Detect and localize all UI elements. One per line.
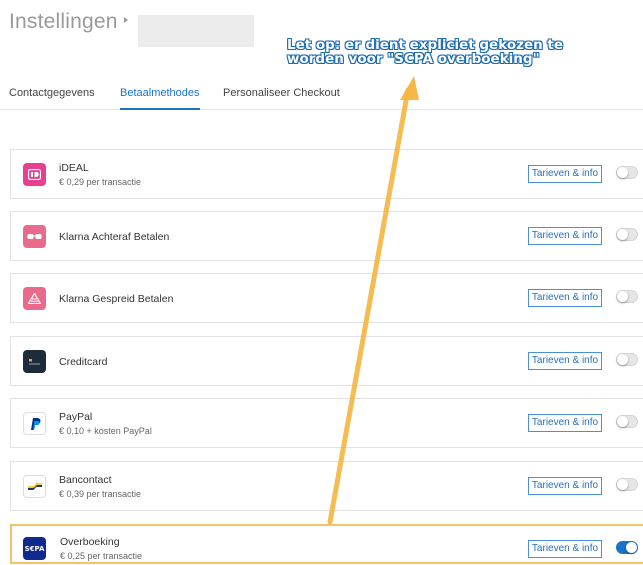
sepa-icon: S€PA <box>23 537 46 560</box>
tarieven-info-button[interactable]: Tarieven & info <box>528 227 602 245</box>
method-name: Klarna Gespreid Betalen <box>59 293 174 305</box>
method-fee: € 0,29 per transactie <box>59 177 142 187</box>
method-fee: € 0,10 + kosten PayPal <box>59 426 152 436</box>
creditcard-icon <box>23 350 46 373</box>
method-name: Bancontact <box>59 474 112 486</box>
tab-personaliseer-checkout[interactable]: Personaliseer Checkout <box>223 86 340 108</box>
payment-method-klarna-gespreid: Klarna Gespreid Betalen Tarieven & info <box>10 273 643 323</box>
payment-method-ideal: iDEAL € 0,29 per transactie Tarieven & i… <box>10 149 643 199</box>
page-title: Instellingen <box>9 10 118 33</box>
method-toggle[interactable] <box>616 415 638 428</box>
method-name: PayPal <box>59 411 93 423</box>
redacted-breadcrumb <box>138 15 254 47</box>
method-toggle[interactable] <box>616 166 638 179</box>
method-fee: € 0,25 per transactie <box>60 551 143 561</box>
paypal-icon <box>23 412 46 435</box>
payment-method-creditcard: Creditcard Tarieven & info <box>10 336 643 386</box>
tarieven-info-button[interactable]: Tarieven & info <box>528 165 602 183</box>
annotation-line-1: Let op: er dient expliciet gekozen te <box>287 37 564 53</box>
method-name: Overboeking <box>60 536 120 548</box>
tarieven-info-button[interactable]: Tarieven & info <box>528 352 602 370</box>
tarieven-info-button[interactable]: Tarieven & info <box>528 477 602 495</box>
payment-method-klarna-achteraf: Klarna Achteraf Betalen Tarieven & info <box>10 211 643 261</box>
tab-betaalmethodes[interactable]: Betaalmethodes <box>120 86 200 110</box>
tab-contactgegevens[interactable]: Contactgegevens <box>9 86 95 108</box>
sepa-logo-text: S€PA <box>24 544 45 553</box>
method-name: Klarna Achteraf Betalen <box>59 231 170 243</box>
method-toggle[interactable] <box>616 541 638 554</box>
tarieven-info-button[interactable]: Tarieven & info <box>528 289 602 307</box>
ideal-icon <box>23 163 46 186</box>
tarieven-info-button[interactable]: Tarieven & info <box>528 414 602 432</box>
settings-tabs: Contactgegevens Betaalmethodes Personali… <box>0 86 643 110</box>
payment-method-overboeking: S€PA Overboeking € 0,25 per transactie T… <box>10 524 643 564</box>
method-name: Creditcard <box>59 356 108 368</box>
tarieven-info-button[interactable]: Tarieven & info <box>528 540 602 558</box>
klarna-glasses-icon <box>23 225 46 248</box>
method-toggle[interactable] <box>616 228 638 241</box>
annotation-line-2: worden voor "SCPA overboeking" <box>287 51 540 67</box>
klarna-pyramid-icon <box>23 287 46 310</box>
method-toggle[interactable] <box>616 478 638 491</box>
method-name: iDEAL <box>59 162 89 174</box>
payment-method-paypal: PayPal € 0,10 + kosten PayPal Tarieven &… <box>10 398 643 448</box>
method-fee: € 0,39 per transactie <box>59 489 142 499</box>
method-toggle[interactable] <box>616 290 638 303</box>
method-toggle[interactable] <box>616 353 638 366</box>
bancontact-icon <box>23 475 46 498</box>
breadcrumb-arrow-icon <box>124 17 128 23</box>
annotation-callout: Let op: er dient expliciet gekozen te wo… <box>287 38 563 66</box>
payment-method-bancontact: Bancontact € 0,39 per transactie Tarieve… <box>10 461 643 511</box>
